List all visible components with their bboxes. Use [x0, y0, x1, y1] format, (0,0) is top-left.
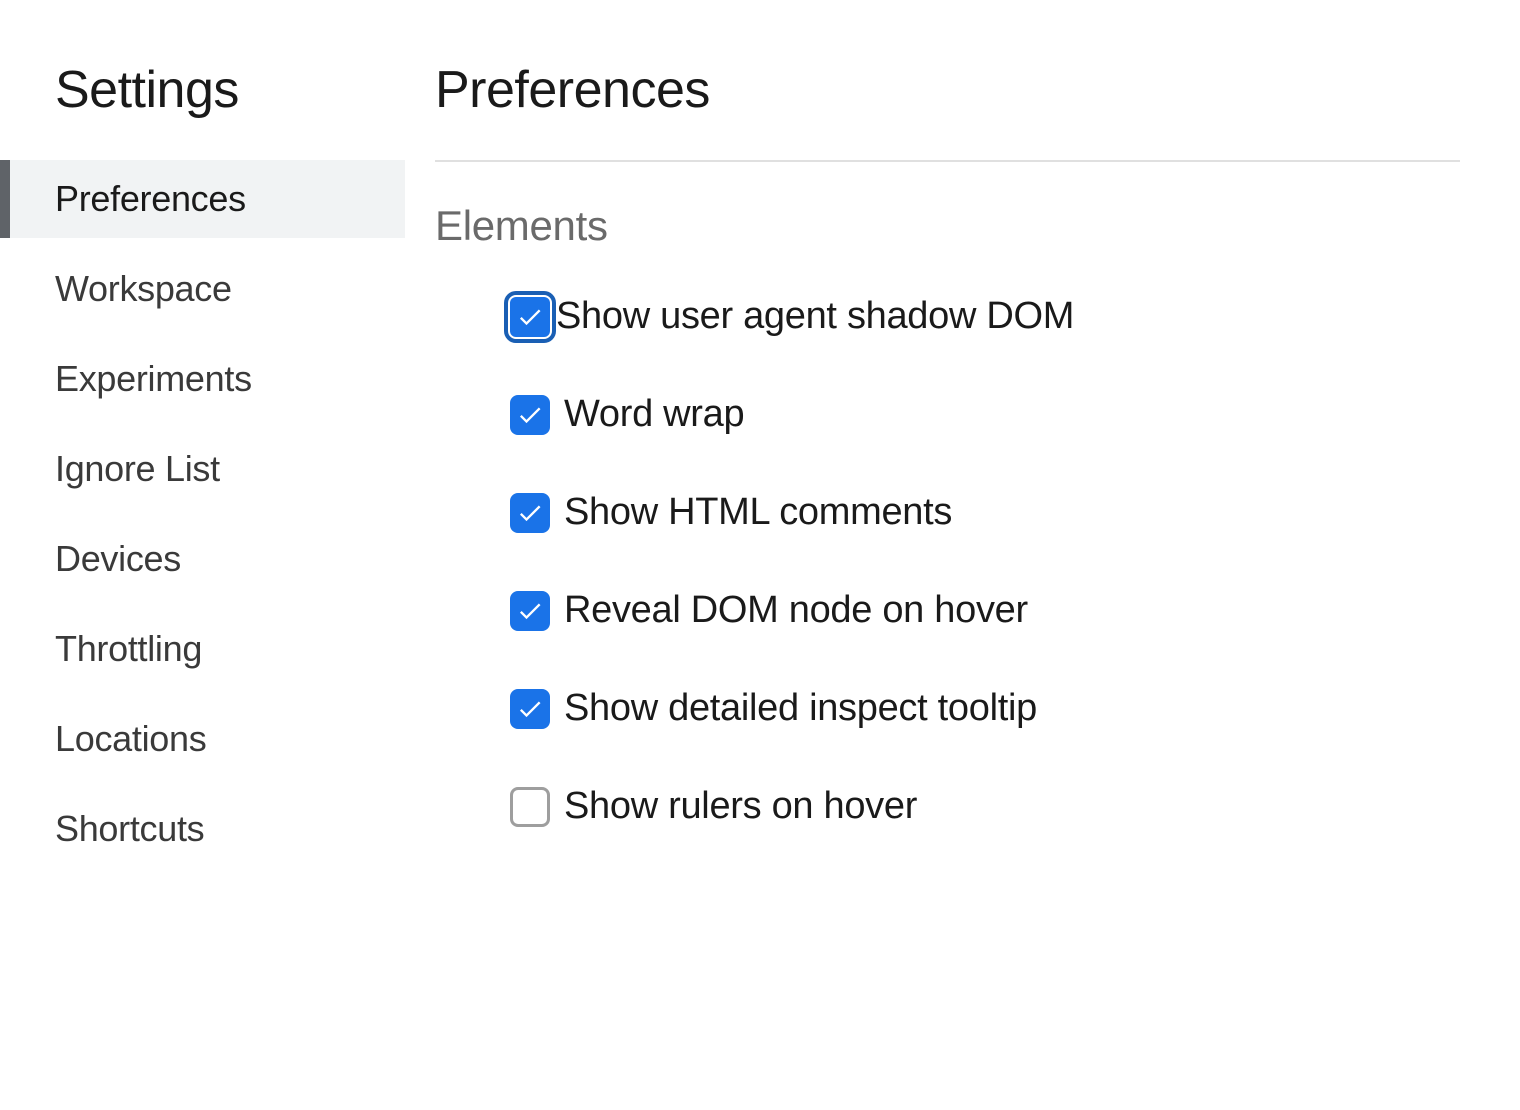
sidebar-item-label: Experiments — [55, 358, 252, 399]
sidebar-title: Settings — [0, 60, 405, 160]
section-header-elements: Elements — [435, 202, 1460, 250]
sidebar-item-label: Preferences — [55, 178, 246, 219]
settings-sidebar: Settings Preferences Workspace Experimen… — [0, 0, 405, 1110]
sidebar-item-locations[interactable]: Locations — [0, 700, 405, 778]
option-label: Show HTML comments — [564, 491, 952, 534]
check-icon — [516, 597, 544, 625]
option-show-user-agent-shadow-dom[interactable]: Show user agent shadow DOM — [435, 295, 1460, 338]
option-label: Reveal DOM node on hover — [564, 589, 1028, 632]
checkbox-reveal-dom-node-on-hover[interactable] — [510, 591, 550, 631]
checkbox-word-wrap[interactable] — [510, 395, 550, 435]
check-icon — [516, 695, 544, 723]
sidebar-item-preferences[interactable]: Preferences — [0, 160, 405, 238]
sidebar-item-label: Shortcuts — [55, 808, 204, 849]
sidebar-item-label: Throttling — [55, 628, 202, 669]
checkbox-show-user-agent-shadow-dom[interactable] — [510, 297, 550, 337]
main-panel: Preferences Elements Show user agent sha… — [405, 0, 1520, 1110]
option-show-html-comments[interactable]: Show HTML comments — [435, 491, 1460, 534]
sidebar-item-devices[interactable]: Devices — [0, 520, 405, 598]
sidebar-item-workspace[interactable]: Workspace — [0, 250, 405, 328]
checkbox-show-detailed-inspect-tooltip[interactable] — [510, 689, 550, 729]
sidebar-item-shortcuts[interactable]: Shortcuts — [0, 790, 405, 868]
main-title: Preferences — [435, 60, 1460, 160]
check-icon — [516, 499, 544, 527]
check-icon — [516, 303, 544, 331]
option-show-detailed-inspect-tooltip[interactable]: Show detailed inspect tooltip — [435, 687, 1460, 730]
option-label: Word wrap — [564, 393, 744, 436]
option-label: Show rulers on hover — [564, 785, 917, 828]
checkbox-show-html-comments[interactable] — [510, 493, 550, 533]
option-reveal-dom-node-on-hover[interactable]: Reveal DOM node on hover — [435, 589, 1460, 632]
sidebar-item-label: Workspace — [55, 268, 232, 309]
sidebar-item-ignore-list[interactable]: Ignore List — [0, 430, 405, 508]
checkbox-show-rulers-on-hover[interactable] — [510, 787, 550, 827]
divider — [435, 160, 1460, 162]
option-label: Show user agent shadow DOM — [556, 295, 1074, 338]
sidebar-item-throttling[interactable]: Throttling — [0, 610, 405, 688]
option-label: Show detailed inspect tooltip — [564, 687, 1037, 730]
sidebar-item-label: Ignore List — [55, 448, 220, 489]
option-show-rulers-on-hover[interactable]: Show rulers on hover — [435, 785, 1460, 828]
sidebar-item-label: Devices — [55, 538, 181, 579]
option-word-wrap[interactable]: Word wrap — [435, 393, 1460, 436]
sidebar-item-experiments[interactable]: Experiments — [0, 340, 405, 418]
check-icon — [516, 401, 544, 429]
sidebar-item-label: Locations — [55, 718, 206, 759]
